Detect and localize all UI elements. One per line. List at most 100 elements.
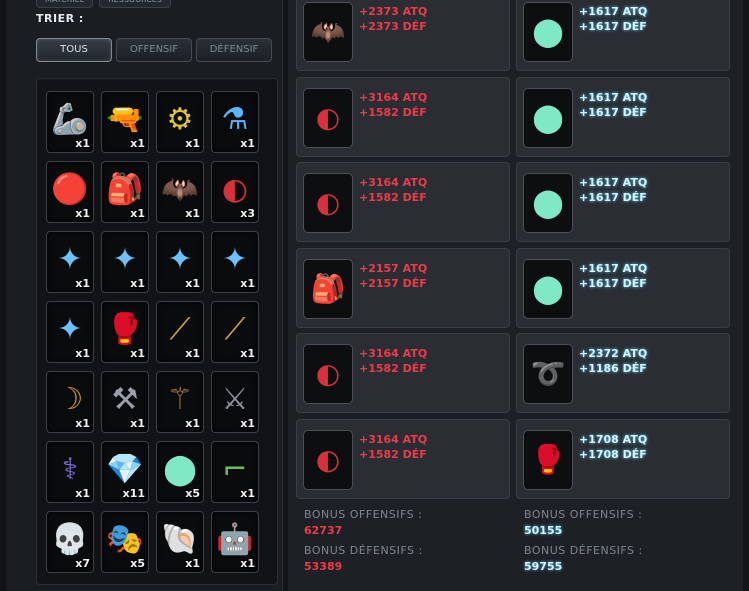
inventory-slot[interactable]: ⌐ x1 — [211, 441, 259, 503]
offense-bonus-label: BONUS OFFENSIFS : — [304, 508, 423, 521]
inventory-slot[interactable]: ⚔ x1 — [211, 371, 259, 433]
equipment-slot[interactable]: 🥊 +1708 ATQ +1708 DÉF — [516, 418, 730, 499]
item-quantity: x1 — [240, 277, 255, 290]
defense-bonus: +2373 DÉF — [359, 20, 427, 33]
item-quantity: x1 — [130, 417, 145, 430]
inventory-slot[interactable]: 🤖 x1 — [211, 511, 259, 573]
attack-bonus: +1617 ATQ — [579, 261, 648, 275]
equipment-slot[interactable]: ◐ +3164 ATQ +1582 DÉF — [296, 76, 510, 157]
equipment-slot[interactable]: ⬤ +1617 ATQ +1617 DÉF — [516, 76, 730, 157]
mechanical-arm-icon: 🦾 — [51, 102, 89, 137]
red-orb-icon: 🔴 — [51, 172, 89, 207]
dark-figure-icon: 🦇 — [161, 172, 199, 207]
attack-bonus: +3164 ATQ — [359, 176, 428, 189]
gear-stats: +3164 ATQ +1582 DÉF — [359, 90, 427, 120]
equipment-slot[interactable]: ◐ +3164 ATQ +1582 DÉF — [296, 418, 510, 499]
gear-stats: +3164 ATQ +1582 DÉF — [359, 432, 427, 462]
inventory-slot[interactable]: ✦ x1 — [211, 231, 259, 293]
item-quantity: x1 — [130, 347, 145, 360]
inventory-slot[interactable]: 💎 x11 — [101, 441, 149, 503]
item-quantity: x1 — [240, 347, 255, 360]
black-orb-icon: ⬤ — [523, 87, 573, 148]
spiked-club-icon: ⚒ — [111, 382, 139, 417]
defense-bonus: +1582 DÉF — [359, 191, 427, 204]
crystal-rock-icon: 💎 — [106, 452, 144, 487]
inventory-slot[interactable]: ✦ x1 — [46, 231, 94, 293]
attack-bonus: +1617 ATQ — [579, 90, 648, 104]
item-quantity: x1 — [75, 347, 90, 360]
inventory-slot[interactable]: ⚕ x1 — [46, 441, 94, 503]
item-quantity: x1 — [75, 487, 90, 500]
equipment-slot[interactable]: ◐ +3164 ATQ +1582 DÉF — [296, 333, 510, 413]
inventory-slot[interactable]: ⬤ x5 — [156, 441, 204, 503]
red-emblem-icon: ◐ — [303, 344, 353, 404]
item-quantity: x11 — [122, 487, 145, 500]
gear-stats: +3164 ATQ +1582 DÉF — [359, 175, 427, 205]
inventory-slot[interactable]: 🔫 x1 — [101, 91, 149, 153]
filter-all-button[interactable]: TOUS — [36, 38, 112, 62]
offense-bonus-value: 62737 — [304, 524, 343, 537]
inventory-slot[interactable]: 🥊 x1 — [101, 301, 149, 363]
skull-mask-icon: 💀 — [51, 522, 89, 557]
item-quantity: x1 — [240, 487, 255, 500]
inventory-slot[interactable]: 🦾 x1 — [46, 91, 94, 153]
golden-staff-icon: ⟋ — [224, 312, 246, 347]
inventory-slot[interactable]: 🎒 x1 — [101, 161, 149, 223]
item-quantity: x1 — [240, 137, 255, 150]
inventory-slot[interactable]: ⟋ x1 — [211, 301, 259, 363]
equipment-slot[interactable]: ◐ +3164 ATQ +1582 DÉF — [296, 162, 510, 242]
inventory-slot[interactable]: ⚗ x1 — [211, 91, 259, 153]
filter-defensive-button[interactable]: DÉFENSIF — [196, 38, 272, 62]
inventory-grid: 🦾 x1 🔫 x1 ⚙ x1 ⚗ x1 🔴 x1 🎒 x1 🦇 x1 ◐ x3 ✦ x1 ✦ x1 ✦ x1 ✦ x1 ✦ x1 🥊… — [46, 91, 259, 573]
attack-bonus: +2372 ATQ — [579, 347, 648, 360]
tab-ressources[interactable]: Ressources — [99, 0, 171, 8]
inventory-slot[interactable]: 🐚 x1 — [156, 511, 204, 573]
inventory-slot[interactable]: ☽ x1 — [46, 371, 94, 433]
red-loop-icon: ➰ — [523, 344, 573, 404]
offense-bonus-label: BONUS OFFENSIFS : — [524, 508, 643, 521]
item-quantity: x1 — [130, 277, 145, 290]
bonus-right: BONUS OFFENSIFS : 50155 BONUS DÉFENSIFS … — [524, 507, 643, 575]
attack-bonus: +3164 ATQ — [359, 432, 428, 446]
blue-mace-icon: ✦ — [222, 242, 248, 277]
inventory-slot[interactable]: ◐ x3 — [211, 161, 259, 223]
attack-bonus: +3164 ATQ — [359, 90, 428, 104]
equipment-slot[interactable]: ⬤ +1617 ATQ +1617 DÉF — [516, 162, 730, 242]
machine-part-icon: ⚙ — [166, 102, 194, 137]
red-emblem-icon: ◐ — [221, 172, 249, 207]
inventory-slot[interactable]: ⚙ x1 — [156, 91, 204, 153]
inventory-slot[interactable]: ⟋ x1 — [156, 301, 204, 363]
shotgun-icon: 🔫 — [106, 102, 144, 137]
inventory-slot[interactable]: ✦ x1 — [156, 231, 204, 293]
filter-offensive-button[interactable]: OFFENSIF — [116, 38, 192, 62]
item-quantity: x1 — [185, 277, 200, 290]
horn-icon: 🐚 — [161, 522, 199, 557]
item-quantity: x1 — [240, 557, 255, 570]
equipment-slot[interactable]: 🦇 +2373 ATQ +2373 DÉF — [296, 0, 510, 71]
attack-bonus: +3164 ATQ — [359, 347, 428, 360]
offense-bonus-value: 50155 — [524, 524, 563, 537]
bonus-left: BONUS OFFENSIFS : 62737 BONUS DÉFENSIFS … — [304, 507, 423, 575]
equipment-slot[interactable]: ⬤ +1617 ATQ +1617 DÉF — [516, 247, 730, 328]
inventory-slot[interactable]: ✦ x1 — [46, 301, 94, 363]
armored-gauntlet-icon: 🥊 — [106, 312, 144, 347]
equipment-slot[interactable]: 🎒 +2157 ATQ +2157 DÉF — [296, 247, 510, 328]
equipment-slot[interactable]: ⬤ +1617 ATQ +1617 DÉF — [516, 0, 730, 71]
inventory-slot[interactable]: ⚒ x1 — [101, 371, 149, 433]
inventory-slot[interactable]: ⚚ x1 — [156, 371, 204, 433]
red-emblem-icon: ◐ — [303, 87, 353, 148]
item-quantity: x3 — [240, 207, 255, 220]
equipment-slot[interactable]: ➰ +2372 ATQ +1186 DÉF — [516, 333, 730, 413]
gear-stats: +1617 ATQ +1617 DÉF — [579, 4, 647, 34]
inventory-slot[interactable]: 🎭 x5 — [101, 511, 149, 573]
item-quantity: x1 — [130, 137, 145, 150]
golden-staff-icon: ⟋ — [169, 312, 191, 347]
item-quantity: x1 — [75, 277, 90, 290]
inventory-slot[interactable]: 🔴 x1 — [46, 161, 94, 223]
inventory-slot[interactable]: 🦇 x1 — [156, 161, 204, 223]
defense-bonus-label: BONUS DÉFENSIFS : — [524, 544, 643, 557]
gear-stats: +1617 ATQ +1617 DÉF — [579, 175, 647, 205]
inventory-slot[interactable]: 💀 x7 — [46, 511, 94, 573]
tab-materiel[interactable]: Matériel — [36, 0, 94, 8]
inventory-slot[interactable]: ✦ x1 — [101, 231, 149, 293]
